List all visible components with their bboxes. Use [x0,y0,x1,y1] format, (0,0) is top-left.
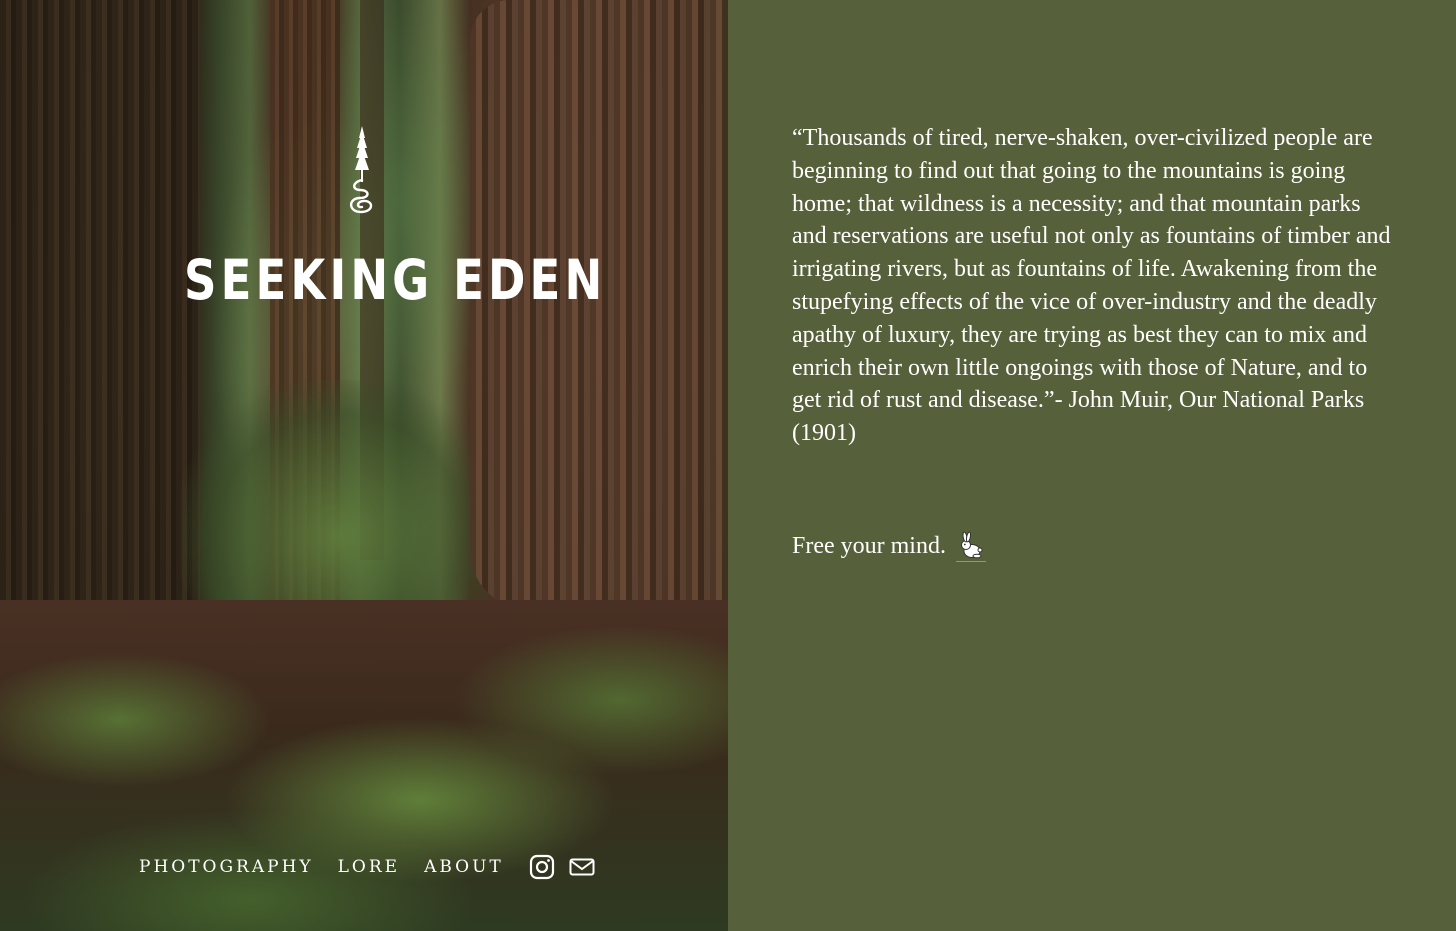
instagram-link[interactable] [528,853,556,881]
main-nav: PHOTOGRAPHY LORE ABOUT [139,852,608,882]
redwood-trunk-left [0,0,200,640]
content-panel: “Thousands of tired, nerve-shaken, over-… [728,0,1456,931]
tagline: Free your mind. [792,530,986,562]
logo-link[interactable] [344,124,380,216]
email-link[interactable] [568,853,596,881]
john-muir-quote: “Thousands of tired, nerve-shaken, over-… [792,125,1391,447]
rabbit-icon [955,531,986,562]
site-title: SEEKING EDEN [184,248,607,312]
tagline-text: Free your mind. [792,533,946,559]
mail-icon [569,858,595,876]
instagram-icon [529,854,554,880]
redwood-tree-spiral-icon [349,126,373,214]
nav-about[interactable]: ABOUT [424,857,504,877]
page: SEEKING EDEN PHOTOGRAPHY LORE ABOUT “Tho… [0,0,1456,931]
nav-photography[interactable]: PHOTOGRAPHY [139,857,314,877]
hero-forest-image: SEEKING EDEN PHOTOGRAPHY LORE ABOUT [0,0,728,931]
nav-lore[interactable]: LORE [338,857,400,877]
